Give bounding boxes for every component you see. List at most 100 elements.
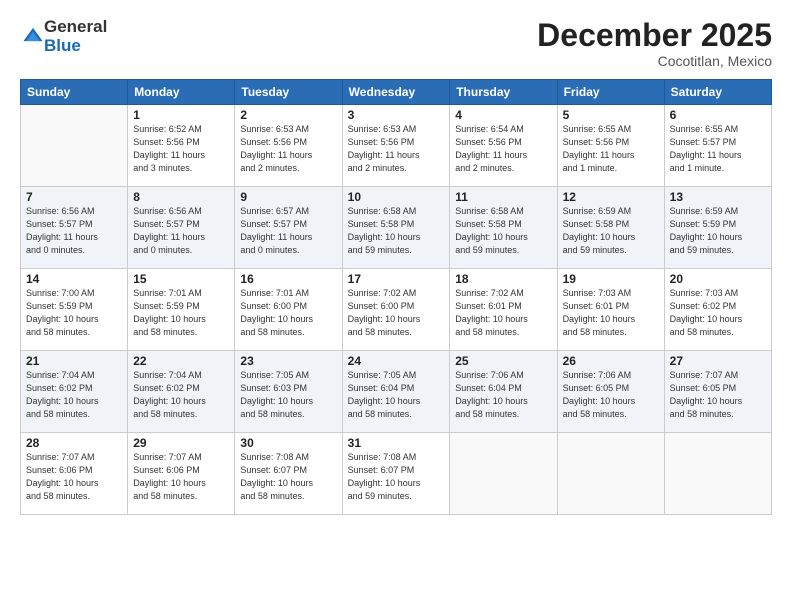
day-number: 17: [348, 272, 445, 286]
table-row: [557, 433, 664, 515]
location-subtitle: Cocotitlan, Mexico: [537, 53, 772, 69]
table-row: 16Sunrise: 7:01 AM Sunset: 6:00 PM Dayli…: [235, 269, 342, 351]
day-info: Sunrise: 7:00 AM Sunset: 5:59 PM Dayligh…: [26, 287, 122, 339]
table-row: 9Sunrise: 6:57 AM Sunset: 5:57 PM Daylig…: [235, 187, 342, 269]
table-row: 21Sunrise: 7:04 AM Sunset: 6:02 PM Dayli…: [21, 351, 128, 433]
table-row: 31Sunrise: 7:08 AM Sunset: 6:07 PM Dayli…: [342, 433, 450, 515]
day-info: Sunrise: 7:05 AM Sunset: 6:04 PM Dayligh…: [348, 369, 445, 421]
table-row: 24Sunrise: 7:05 AM Sunset: 6:04 PM Dayli…: [342, 351, 450, 433]
day-info: Sunrise: 7:06 AM Sunset: 6:04 PM Dayligh…: [455, 369, 551, 421]
day-info: Sunrise: 6:55 AM Sunset: 5:56 PM Dayligh…: [563, 123, 659, 175]
day-info: Sunrise: 7:04 AM Sunset: 6:02 PM Dayligh…: [26, 369, 122, 421]
day-info: Sunrise: 6:53 AM Sunset: 5:56 PM Dayligh…: [240, 123, 336, 175]
header-tuesday: Tuesday: [235, 80, 342, 105]
header-saturday: Saturday: [664, 80, 771, 105]
day-info: Sunrise: 6:56 AM Sunset: 5:57 PM Dayligh…: [26, 205, 122, 257]
day-number: 14: [26, 272, 122, 286]
day-number: 20: [670, 272, 766, 286]
table-row: 27Sunrise: 7:07 AM Sunset: 6:05 PM Dayli…: [664, 351, 771, 433]
day-info: Sunrise: 6:53 AM Sunset: 5:56 PM Dayligh…: [348, 123, 445, 175]
header-friday: Friday: [557, 80, 664, 105]
day-info: Sunrise: 7:07 AM Sunset: 6:05 PM Dayligh…: [670, 369, 766, 421]
table-row: 13Sunrise: 6:59 AM Sunset: 5:59 PM Dayli…: [664, 187, 771, 269]
day-info: Sunrise: 6:58 AM Sunset: 5:58 PM Dayligh…: [455, 205, 551, 257]
logo-text: General Blue: [44, 18, 107, 55]
day-info: Sunrise: 6:52 AM Sunset: 5:56 PM Dayligh…: [133, 123, 229, 175]
table-row: 4Sunrise: 6:54 AM Sunset: 5:56 PM Daylig…: [450, 105, 557, 187]
table-row: 17Sunrise: 7:02 AM Sunset: 6:00 PM Dayli…: [342, 269, 450, 351]
table-row: 7Sunrise: 6:56 AM Sunset: 5:57 PM Daylig…: [21, 187, 128, 269]
day-info: Sunrise: 7:05 AM Sunset: 6:03 PM Dayligh…: [240, 369, 336, 421]
day-number: 25: [455, 354, 551, 368]
day-number: 10: [348, 190, 445, 204]
table-row: 23Sunrise: 7:05 AM Sunset: 6:03 PM Dayli…: [235, 351, 342, 433]
day-info: Sunrise: 6:58 AM Sunset: 5:58 PM Dayligh…: [348, 205, 445, 257]
day-info: Sunrise: 7:07 AM Sunset: 6:06 PM Dayligh…: [133, 451, 229, 503]
table-row: 18Sunrise: 7:02 AM Sunset: 6:01 PM Dayli…: [450, 269, 557, 351]
header-wednesday: Wednesday: [342, 80, 450, 105]
table-row: 25Sunrise: 7:06 AM Sunset: 6:04 PM Dayli…: [450, 351, 557, 433]
day-info: Sunrise: 6:57 AM Sunset: 5:57 PM Dayligh…: [240, 205, 336, 257]
day-number: 28: [26, 436, 122, 450]
table-row: 29Sunrise: 7:07 AM Sunset: 6:06 PM Dayli…: [128, 433, 235, 515]
table-row: 2Sunrise: 6:53 AM Sunset: 5:56 PM Daylig…: [235, 105, 342, 187]
day-number: 15: [133, 272, 229, 286]
day-info: Sunrise: 7:08 AM Sunset: 6:07 PM Dayligh…: [348, 451, 445, 503]
header-sunday: Sunday: [21, 80, 128, 105]
header: General Blue December 2025 Cocotitlan, M…: [20, 18, 772, 69]
day-number: 6: [670, 108, 766, 122]
day-info: Sunrise: 6:54 AM Sunset: 5:56 PM Dayligh…: [455, 123, 551, 175]
day-number: 27: [670, 354, 766, 368]
day-number: 24: [348, 354, 445, 368]
table-row: 14Sunrise: 7:00 AM Sunset: 5:59 PM Dayli…: [21, 269, 128, 351]
day-number: 5: [563, 108, 659, 122]
table-row: 12Sunrise: 6:59 AM Sunset: 5:58 PM Dayli…: [557, 187, 664, 269]
title-block: December 2025 Cocotitlan, Mexico: [537, 18, 772, 69]
day-number: 16: [240, 272, 336, 286]
table-row: 15Sunrise: 7:01 AM Sunset: 5:59 PM Dayli…: [128, 269, 235, 351]
table-row: [21, 105, 128, 187]
table-row: 11Sunrise: 6:58 AM Sunset: 5:58 PM Dayli…: [450, 187, 557, 269]
calendar-row: 1Sunrise: 6:52 AM Sunset: 5:56 PM Daylig…: [21, 105, 772, 187]
table-row: 20Sunrise: 7:03 AM Sunset: 6:02 PM Dayli…: [664, 269, 771, 351]
day-number: 4: [455, 108, 551, 122]
calendar-row: 28Sunrise: 7:07 AM Sunset: 6:06 PM Dayli…: [21, 433, 772, 515]
table-row: [664, 433, 771, 515]
table-row: 1Sunrise: 6:52 AM Sunset: 5:56 PM Daylig…: [128, 105, 235, 187]
table-row: 8Sunrise: 6:56 AM Sunset: 5:57 PM Daylig…: [128, 187, 235, 269]
day-number: 30: [240, 436, 336, 450]
month-title: December 2025: [537, 18, 772, 53]
day-info: Sunrise: 7:02 AM Sunset: 6:01 PM Dayligh…: [455, 287, 551, 339]
logo: General Blue: [20, 18, 107, 55]
page: General Blue December 2025 Cocotitlan, M…: [0, 0, 792, 612]
table-row: 22Sunrise: 7:04 AM Sunset: 6:02 PM Dayli…: [128, 351, 235, 433]
header-thursday: Thursday: [450, 80, 557, 105]
day-number: 3: [348, 108, 445, 122]
calendar-row: 14Sunrise: 7:00 AM Sunset: 5:59 PM Dayli…: [21, 269, 772, 351]
logo-icon: [22, 25, 44, 47]
day-info: Sunrise: 7:03 AM Sunset: 6:02 PM Dayligh…: [670, 287, 766, 339]
day-info: Sunrise: 7:03 AM Sunset: 6:01 PM Dayligh…: [563, 287, 659, 339]
day-number: 19: [563, 272, 659, 286]
day-number: 12: [563, 190, 659, 204]
day-number: 23: [240, 354, 336, 368]
table-row: 30Sunrise: 7:08 AM Sunset: 6:07 PM Dayli…: [235, 433, 342, 515]
day-number: 21: [26, 354, 122, 368]
table-row: 3Sunrise: 6:53 AM Sunset: 5:56 PM Daylig…: [342, 105, 450, 187]
day-info: Sunrise: 7:07 AM Sunset: 6:06 PM Dayligh…: [26, 451, 122, 503]
day-number: 11: [455, 190, 551, 204]
logo-blue-label: Blue: [44, 37, 107, 56]
table-row: [450, 433, 557, 515]
table-row: 5Sunrise: 6:55 AM Sunset: 5:56 PM Daylig…: [557, 105, 664, 187]
day-info: Sunrise: 6:56 AM Sunset: 5:57 PM Dayligh…: [133, 205, 229, 257]
day-number: 31: [348, 436, 445, 450]
table-row: 28Sunrise: 7:07 AM Sunset: 6:06 PM Dayli…: [21, 433, 128, 515]
table-row: 26Sunrise: 7:06 AM Sunset: 6:05 PM Dayli…: [557, 351, 664, 433]
table-row: 10Sunrise: 6:58 AM Sunset: 5:58 PM Dayli…: [342, 187, 450, 269]
day-number: 8: [133, 190, 229, 204]
day-info: Sunrise: 6:59 AM Sunset: 5:59 PM Dayligh…: [670, 205, 766, 257]
day-number: 18: [455, 272, 551, 286]
calendar-header-row: Sunday Monday Tuesday Wednesday Thursday…: [21, 80, 772, 105]
day-info: Sunrise: 7:01 AM Sunset: 5:59 PM Dayligh…: [133, 287, 229, 339]
day-info: Sunrise: 6:55 AM Sunset: 5:57 PM Dayligh…: [670, 123, 766, 175]
